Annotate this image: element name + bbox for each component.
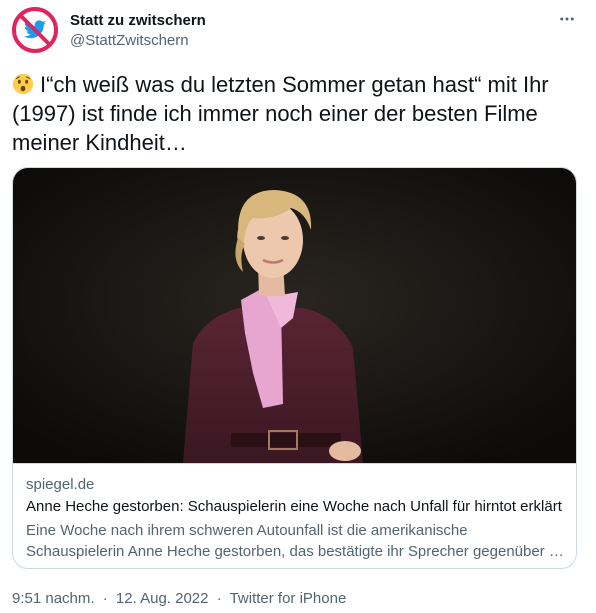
card-body: spiegel.de Anne Heche gestorben: Schausp…: [13, 463, 576, 568]
more-options-button[interactable]: [552, 6, 582, 32]
card-title: Anne Heche gestorben: Schauspielerin ein…: [26, 498, 562, 515]
card-image: [13, 168, 576, 463]
tweet-date[interactable]: 12. Aug. 2022: [116, 590, 209, 607]
card-domain: spiegel.de: [26, 476, 95, 493]
card-description: Eine Woche nach ihrem schweren Autounfal…: [26, 520, 566, 562]
link-card[interactable]: spiegel.de Anne Heche gestorben: Schausp…: [12, 167, 577, 569]
tweet-text: I“ch weiß was du letzten Sommer getan ha…: [12, 72, 549, 155]
author-handle[interactable]: @StattZwitschern: [70, 32, 189, 49]
card-description-line: Schauspielerin Anne Heche gestorben, das…: [26, 543, 564, 560]
meta-separator: ·: [216, 590, 222, 607]
tweet-source[interactable]: Twitter for iPhone: [230, 590, 347, 607]
tweet-meta: 9:51 nachm. · 12. Aug. 2022 · Twitter fo…: [12, 590, 346, 607]
author-name[interactable]: Statt zu zwitschern: [70, 12, 206, 29]
card-description-line: Eine Woche nach ihrem schweren Autounfal…: [26, 522, 468, 539]
avatar[interactable]: [12, 7, 58, 53]
astonished-face-emoji: [12, 73, 34, 95]
portrait-photo: [13, 168, 576, 463]
tweet-text-block: I“ch weiß was du letzten Sommer getan ha…: [12, 70, 586, 157]
more-horizontal-icon: [560, 17, 574, 21]
tweet: Statt zu zwitschern @StattZwitschern I“c…: [0, 0, 596, 613]
no-twitter-bird-icon: [12, 7, 58, 53]
tweet-time[interactable]: 9:51 nachm.: [12, 590, 95, 607]
meta-separator: ·: [102, 590, 108, 607]
